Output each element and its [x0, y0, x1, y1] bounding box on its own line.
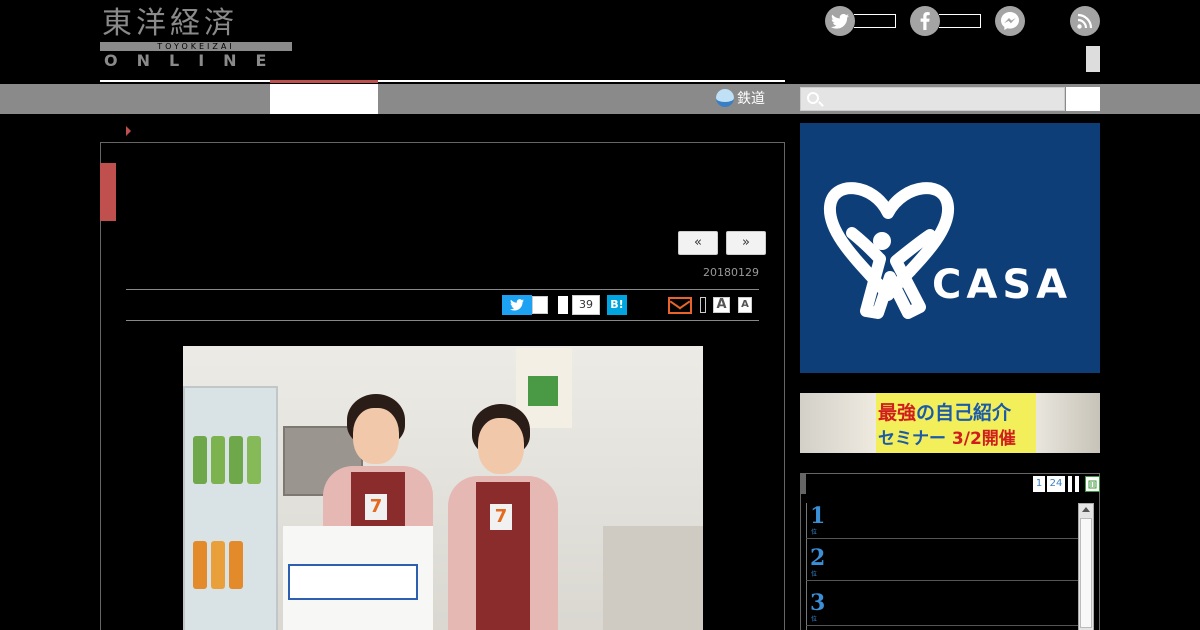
- ranking-tab-1h[interactable]: 1: [1033, 476, 1045, 492]
- logo-romaji: TOYOKEIZAI: [157, 42, 235, 51]
- article-photo: 7 7: [183, 346, 703, 630]
- logo-online: ONLINE: [104, 51, 286, 70]
- tweet-count-bubble: [532, 296, 548, 314]
- ranking-item[interactable]: 3 位: [806, 590, 1078, 626]
- header-active-accent: [270, 80, 378, 83]
- seminar-headline: 最強の自己紹介: [878, 398, 1011, 425]
- share-bar-bottom-rule: [126, 320, 759, 321]
- list-icon: [1088, 480, 1097, 489]
- seminar-subline: セミナー 3/2開催: [878, 424, 1016, 449]
- ranking-tab-24h[interactable]: 24: [1047, 476, 1065, 492]
- article-date: 20180129: [703, 266, 759, 279]
- rss-icon: [1070, 6, 1100, 36]
- seminar-headline-emph: 最強: [878, 402, 917, 424]
- hatena-bookmark-button[interactable]: B!: [607, 295, 627, 315]
- photo-face: [353, 408, 399, 464]
- header-divider: [100, 80, 785, 82]
- facebook-icon: [910, 6, 940, 36]
- share-count: 39: [572, 295, 600, 315]
- search-input[interactable]: [800, 87, 1065, 111]
- ranking-suffix: 位: [811, 529, 818, 536]
- nav-item-railway[interactable]: 鉄道: [716, 88, 765, 108]
- ranking-tab-month[interactable]: [1075, 476, 1079, 492]
- seminar-headline-rest: の自己紹介: [916, 402, 1012, 424]
- ranking-number: 3: [810, 590, 826, 616]
- mail-icon[interactable]: [668, 297, 692, 314]
- casa-brand-text: CASA: [932, 262, 1073, 308]
- ranking-number: 1: [810, 503, 826, 529]
- ranking-suffix: 位: [811, 616, 818, 623]
- search-icon: [807, 92, 819, 104]
- seminar-illustration-left: [800, 393, 876, 453]
- next-page-button[interactable]: »: [726, 231, 766, 255]
- ranking-item[interactable]: 1 位: [806, 503, 1078, 539]
- font-size-large-button[interactable]: A: [713, 297, 730, 313]
- train-icon: [716, 89, 734, 107]
- site-header: 東洋経済 TOYOKEIZAI ONLINE: [0, 0, 1200, 84]
- photo-bottle: [211, 541, 225, 589]
- ad-banner-casa[interactable]: [800, 123, 1100, 373]
- ranking-scrollbar[interactable]: [1078, 503, 1094, 630]
- breadcrumb-arrow-icon: [126, 126, 131, 136]
- photo-bottle: [247, 436, 261, 484]
- nav-item-railway-label: 鉄道: [737, 91, 765, 107]
- ranking-number: 2: [810, 545, 826, 571]
- seminar-label: セミナー: [878, 429, 946, 449]
- photo-store-logo: 7: [490, 504, 512, 530]
- twitter-count-box: [854, 14, 896, 28]
- photo-bottle: [193, 541, 207, 589]
- seminar-date: 3/2開催: [951, 429, 1016, 449]
- photo-bottle: [229, 436, 243, 484]
- twitter-icon: [510, 299, 524, 311]
- ranking-item[interactable]: 2 位: [806, 545, 1078, 581]
- scroll-thumb[interactable]: [1080, 518, 1092, 628]
- article-title-accent: [100, 163, 116, 221]
- photo-drink-case: [183, 386, 278, 630]
- share-bar-top-rule: [126, 289, 759, 290]
- font-size-small-button[interactable]: A: [738, 297, 752, 313]
- search-button[interactable]: [1066, 87, 1100, 111]
- casa-registered-mark: ®: [907, 268, 917, 279]
- tweet-button[interactable]: [502, 295, 532, 315]
- photo-face: [478, 418, 524, 474]
- twitter-icon: [825, 6, 855, 36]
- scroll-up-icon[interactable]: [1082, 507, 1090, 512]
- ranking-header-accent: [800, 474, 806, 494]
- photo-bottle: [193, 436, 207, 484]
- messenger-button[interactable]: [995, 6, 1025, 36]
- photo-poster-figure: [528, 376, 558, 406]
- photo-bottle: [229, 541, 243, 589]
- prev-page-button[interactable]: «: [678, 231, 718, 255]
- print-button[interactable]: [700, 297, 706, 313]
- photo-bottle: [211, 436, 225, 484]
- photo-staff-right: 7: [448, 404, 558, 630]
- twitter-follow-button[interactable]: [825, 6, 896, 36]
- ranking-suffix: 位: [811, 571, 818, 578]
- facebook-share-button[interactable]: [558, 296, 568, 314]
- facebook-follow-button[interactable]: [910, 6, 981, 36]
- ranking-tab-week[interactable]: [1068, 476, 1072, 492]
- nav-tab-active[interactable]: [270, 84, 378, 114]
- seminar-illustration-right: [1036, 393, 1100, 453]
- photo-counter-sign: [288, 564, 418, 600]
- logo-kanji: 東洋経済: [102, 6, 238, 41]
- photo-store-logo: 7: [365, 494, 387, 520]
- facebook-count-box: [939, 14, 981, 28]
- messenger-icon: [995, 6, 1025, 36]
- ranking-more-icon[interactable]: [1085, 476, 1100, 492]
- rss-button[interactable]: [1070, 6, 1100, 36]
- photo-counter-case: [603, 526, 703, 630]
- header-menu-toggle[interactable]: [1086, 46, 1100, 72]
- site-logo[interactable]: 東洋経済 TOYOKEIZAI ONLINE: [100, 6, 292, 70]
